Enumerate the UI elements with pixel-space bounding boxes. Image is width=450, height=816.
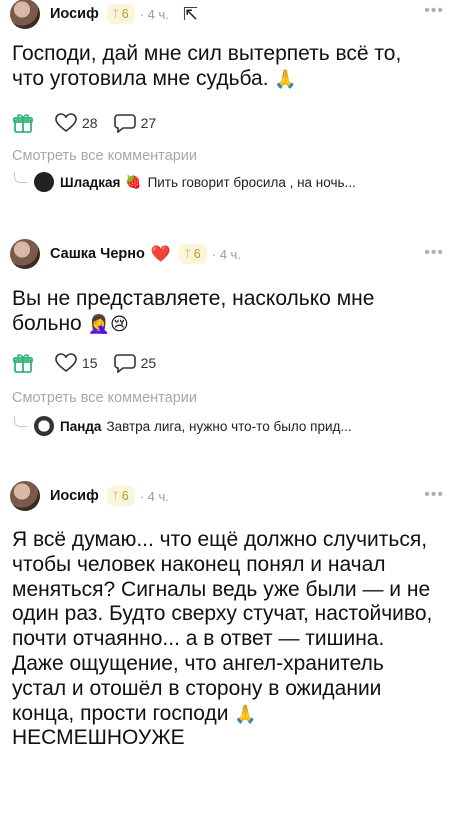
reply-avatar: [34, 172, 54, 192]
level-badge: ᛉ6: [106, 486, 135, 506]
gift-icon: [13, 114, 33, 133]
comment-count: 25: [140, 355, 157, 371]
username[interactable]: Сашка Черно: [50, 246, 145, 262]
badge-level: 6: [121, 7, 129, 21]
more-options-button[interactable]: •••: [424, 486, 444, 504]
post-time: · 4 ч.: [211, 246, 241, 262]
gift-button[interactable]: [12, 112, 39, 134]
post-text: Вы не представляете, насколько мне больн…: [12, 287, 375, 335]
heart-icon: [55, 353, 77, 373]
reply-connector: [14, 171, 27, 183]
username[interactable]: Иосиф: [50, 488, 99, 504]
reply-avatar: [34, 416, 54, 436]
comment-icon: [113, 114, 136, 133]
post-time: · 4 ч.: [139, 6, 169, 22]
comment-count: 27: [140, 115, 157, 131]
comment-button[interactable]: 27: [113, 113, 157, 133]
gift-button[interactable]: [12, 352, 39, 374]
avatar[interactable]: [10, 239, 40, 269]
reply-username: Шладкая: [60, 174, 121, 190]
reply-preview[interactable]: Шладкая 🍓 Пить говорит бросила , на ночь…: [14, 170, 444, 194]
reply-text: Пить говорит бросила , на ночь...: [147, 174, 356, 190]
like-button[interactable]: 28: [55, 113, 98, 133]
wing-badge-icon: ᛉ: [112, 490, 119, 502]
heart-icon: [55, 113, 77, 133]
reply-preview[interactable]: Панда Завтра лига, нужно что-то было при…: [14, 414, 444, 438]
reply-user-emoji: 🍓: [125, 174, 142, 189]
reply-username: Панда: [60, 418, 102, 434]
more-options-button[interactable]: •••: [424, 2, 444, 20]
see-all-comments-link[interactable]: Смотреть все комментарии: [12, 390, 197, 406]
see-all-comments-link[interactable]: Смотреть все комментарии: [12, 148, 197, 164]
comment-icon: [113, 354, 136, 373]
post-text: Господи, дай мне сил вытерпеть всё то, ч…: [12, 42, 402, 90]
level-badge: ᛉ6: [178, 244, 207, 264]
cursor-icon: ⇱: [182, 3, 198, 24]
badge-level: 6: [121, 489, 129, 503]
wing-badge-icon: ᛉ: [112, 8, 119, 20]
wing-badge-icon: ᛉ: [184, 248, 191, 260]
like-count: 28: [82, 115, 98, 131]
like-button[interactable]: 15: [55, 353, 98, 373]
avatar[interactable]: [10, 481, 40, 511]
more-options-button[interactable]: •••: [424, 244, 444, 262]
reply-connector: [14, 415, 27, 427]
like-count: 15: [82, 355, 98, 371]
post-actions: 28 27: [12, 110, 172, 136]
avatar[interactable]: [10, 0, 40, 29]
post-actions: 15 25: [12, 350, 172, 376]
badge-level: 6: [193, 247, 201, 261]
comment-button[interactable]: 25: [113, 353, 157, 373]
username[interactable]: Иосиф: [50, 6, 99, 22]
post-header: Сашка Черно ❤️ ᛉ6 · 4 ч.: [10, 238, 440, 270]
gift-icon: [13, 354, 33, 373]
reply-text: Завтра лига, нужно что-то было прид...: [106, 418, 352, 434]
post-header: Иосиф ᛉ6 · 4 ч.: [10, 480, 440, 512]
post-text-tail: НЕСМЕШНОУЖЕ: [12, 726, 185, 750]
level-badge: ᛉ6: [106, 4, 135, 24]
username-emoji: ❤️: [150, 246, 171, 263]
post-header: Иосиф ᛉ6 · 4 ч. ⇱: [10, 0, 440, 30]
post-time: · 4 ч.: [139, 488, 169, 504]
post-text: Я всё думаю... что ещё должно случиться,…: [12, 528, 433, 750]
